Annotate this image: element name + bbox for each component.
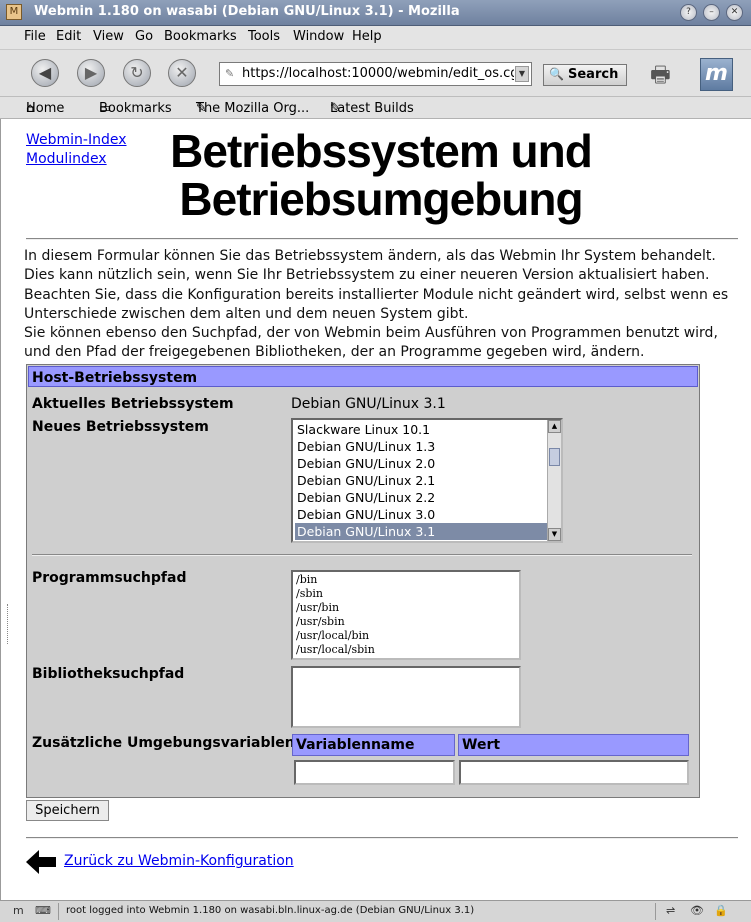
- module-index-link[interactable]: Modulindex: [26, 151, 107, 167]
- scroll-down-icon[interactable]: ▼: [548, 528, 561, 541]
- reload-icon[interactable]: ↻: [123, 59, 151, 87]
- library-path-textarea[interactable]: [291, 666, 521, 728]
- page-title: Betriebssystem und Betriebsumgebung: [170, 125, 593, 225]
- intro-text: In diesem Formular können Sie das Betrie…: [24, 248, 729, 361]
- menu-view[interactable]: View: [93, 29, 124, 44]
- url-text: https://localhost:10000/webmin/edit_os.c…: [242, 66, 514, 81]
- os-option[interactable]: Debian GNU/Linux 2.0: [295, 455, 547, 472]
- status-separator: [58, 903, 59, 920]
- webmin-index-link[interactable]: Webmin-Index: [26, 132, 127, 148]
- status-bar: m ⌨ root logged into Webmin 1.180 on was…: [0, 900, 751, 922]
- minimize-icon[interactable]: –: [703, 4, 720, 21]
- status-separator: [655, 903, 656, 920]
- menu-help[interactable]: Help: [352, 29, 382, 44]
- new-os-label: Neues Betriebssystem: [32, 419, 209, 435]
- close-icon[interactable]: ✕: [726, 4, 743, 21]
- scroll-thumb[interactable]: [549, 448, 560, 466]
- divider: [26, 238, 738, 240]
- stop-icon[interactable]: ✕: [168, 59, 196, 87]
- menu-bar: File Edit View Go Bookmarks Tools Window…: [0, 26, 751, 49]
- env-vars-label: Zusätzliche Umgebungsvariablen: [32, 735, 295, 751]
- current-os-value: Debian GNU/Linux 3.1: [291, 396, 446, 412]
- bookmarks-toolbar: ⌂ Home ▭ Bookmarks ✎ The Mozilla Org... ✎…: [0, 97, 751, 119]
- divider: [26, 837, 738, 839]
- os-option-selected[interactable]: Debian GNU/Linux 3.1: [295, 523, 547, 540]
- os-list-scrollbar[interactable]: ▲ ▼: [547, 420, 561, 541]
- connection-icon: ⇌: [666, 904, 676, 917]
- window-title: Webmin 1.180 on wasabi (Debian GNU/Linux…: [34, 4, 460, 19]
- section-header: Host-Betriebssystem: [28, 366, 698, 387]
- env-value-input[interactable]: [459, 760, 689, 785]
- os-option[interactable]: Debian GNU/Linux 3.0: [295, 506, 547, 523]
- os-form: Host-Betriebssystem Aktuelles Betriebssy…: [26, 364, 700, 798]
- mozilla-app-icon[interactable]: M: [6, 4, 22, 20]
- navigation-toolbar: ◀ ▶ ↻ ✕ ✎ https://localhost:10000/webmin…: [0, 49, 751, 97]
- save-button[interactable]: Speichern: [26, 800, 109, 821]
- env-col-value-header: Wert: [458, 734, 689, 756]
- site-icon: ✎: [225, 67, 235, 80]
- popup-blocker-icon[interactable]: 👁: [690, 904, 704, 919]
- back-icon[interactable]: ◀: [31, 59, 59, 87]
- url-input[interactable]: ✎ https://localhost:10000/webmin/edit_os…: [219, 62, 532, 86]
- back-to-config-link[interactable]: Zurück zu Webmin-Konfiguration: [64, 853, 294, 869]
- os-option[interactable]: Debian GNU/Linux 1.3: [295, 438, 547, 455]
- env-vars-table: Variablenname Wert: [292, 734, 690, 790]
- forward-icon[interactable]: ▶: [77, 59, 105, 87]
- env-name-input[interactable]: [294, 760, 455, 785]
- sidebar-grippy[interactable]: [1, 604, 8, 644]
- online-status-icon[interactable]: ⌨: [35, 904, 51, 919]
- form-divider: [32, 554, 692, 556]
- menu-tools[interactable]: Tools: [248, 29, 280, 44]
- path-textarea[interactable]: /bin /sbin /usr/bin /usr/sbin /usr/local…: [291, 570, 521, 660]
- menu-edit[interactable]: Edit: [56, 29, 81, 44]
- help-icon[interactable]: ?: [680, 4, 697, 21]
- menu-go[interactable]: Go: [135, 29, 153, 44]
- current-os-label: Aktuelles Betriebssystem: [32, 396, 234, 412]
- menu-window[interactable]: Window: [293, 29, 344, 44]
- back-arrow-icon[interactable]: [26, 850, 56, 874]
- lock-icon[interactable]: 🔒: [714, 904, 728, 919]
- os-option[interactable]: Debian GNU/Linux 2.1: [295, 472, 547, 489]
- status-text: root logged into Webmin 1.180 on wasabi.…: [66, 905, 475, 916]
- scroll-up-icon[interactable]: ▲: [548, 420, 561, 433]
- page-content: Webmin-Index Modulindex Betriebssystem u…: [0, 119, 751, 900]
- url-dropdown-icon[interactable]: ▼: [515, 66, 529, 82]
- mozilla-status-icon[interactable]: m: [13, 904, 24, 919]
- print-icon[interactable]: 🖶: [650, 58, 680, 88]
- os-option[interactable]: Slackware Linux 10.1: [295, 421, 547, 438]
- new-os-select[interactable]: Slackware Linux 10.1 Debian GNU/Linux 1.…: [291, 418, 563, 543]
- path-label: Programmsuchpfad: [32, 570, 187, 586]
- window-titlebar: M Webmin 1.180 on wasabi (Debian GNU/Lin…: [0, 0, 751, 26]
- menu-file[interactable]: File: [24, 29, 46, 44]
- search-button[interactable]: 🔍 Search: [543, 64, 627, 86]
- library-path-label: Bibliotheksuchpfad: [32, 666, 185, 682]
- search-icon: 🔍: [549, 67, 564, 81]
- menu-bookmarks[interactable]: Bookmarks: [164, 29, 237, 44]
- env-col-name-header: Variablenname: [292, 734, 455, 756]
- mozilla-logo-icon: m: [700, 58, 733, 91]
- os-option[interactable]: Debian GNU/Linux 2.2: [295, 489, 547, 506]
